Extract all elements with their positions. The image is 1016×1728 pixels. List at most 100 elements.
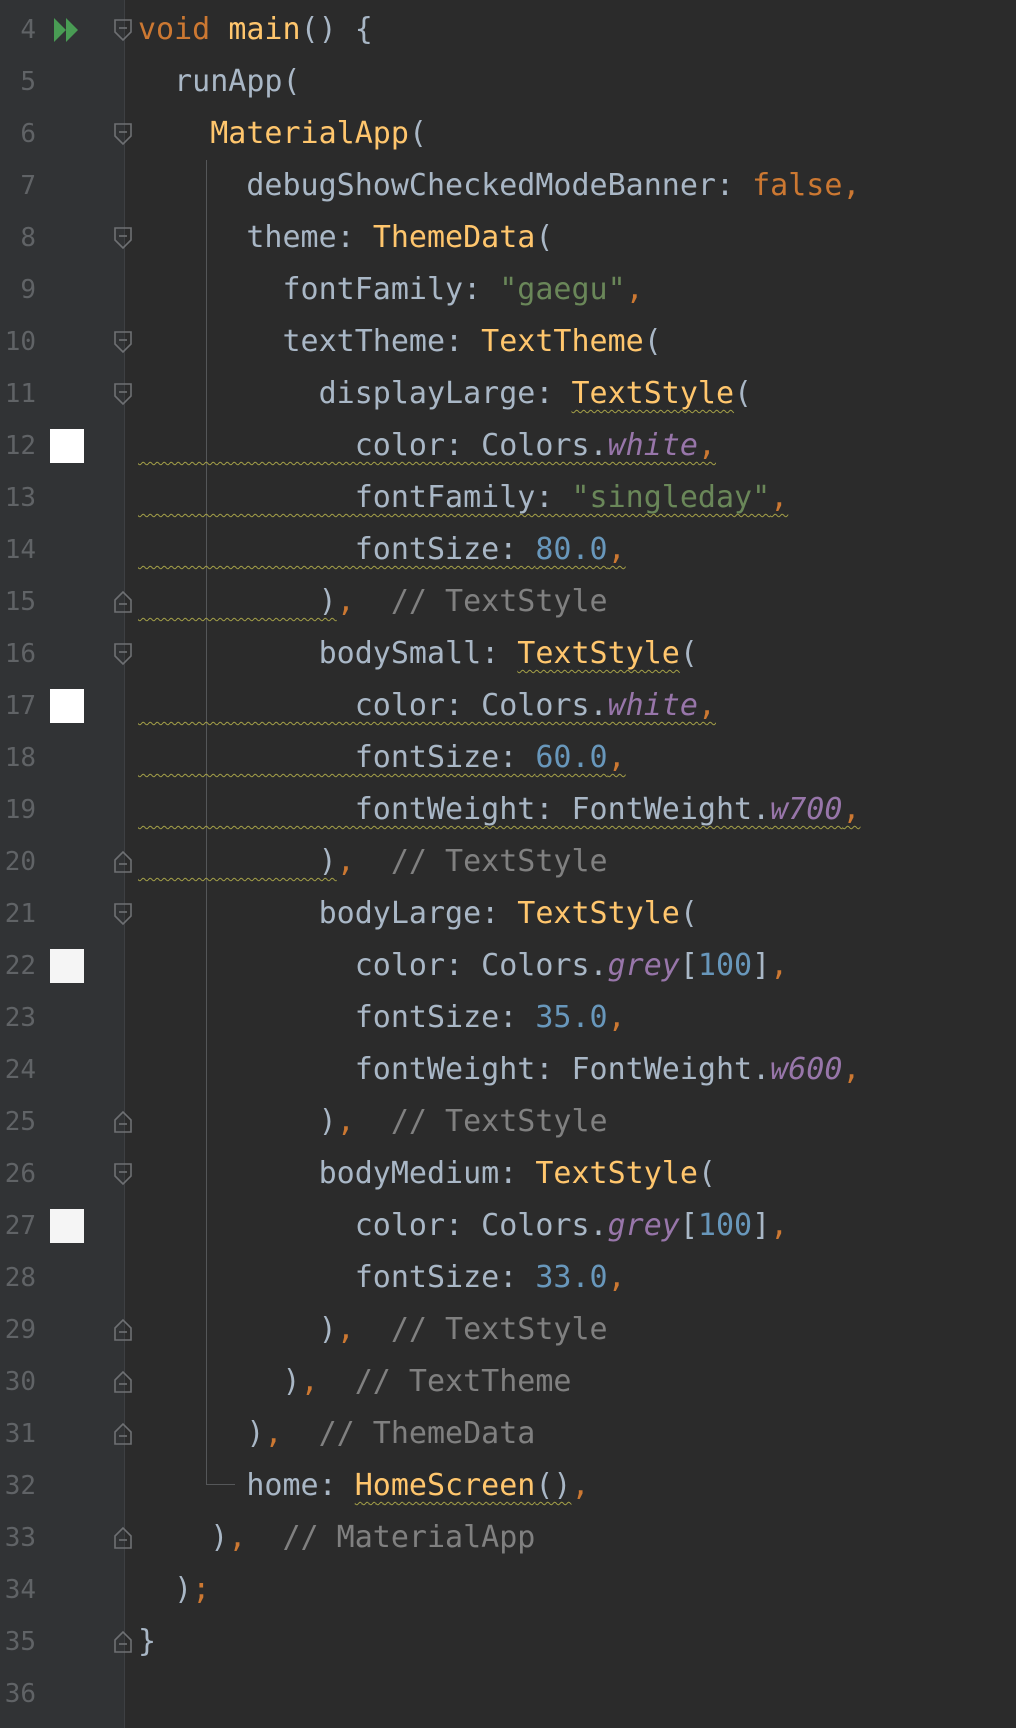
code-line[interactable]: 18 fontSize: 60.0, [0, 732, 1016, 784]
fold-marker-icon[interactable] [113, 122, 133, 146]
run-gutter-icon[interactable] [52, 16, 86, 44]
code-text: fontSize: 33.0, [138, 1260, 626, 1295]
code-text: ), // TextStyle [138, 1312, 608, 1347]
fold-end-icon[interactable] [113, 590, 133, 614]
code-line[interactable]: 19 fontWeight: FontWeight.w700, [0, 784, 1016, 836]
color-swatch-icon[interactable] [50, 689, 84, 723]
color-swatch-icon[interactable] [50, 1209, 84, 1243]
code-text: color: Colors.white, [138, 688, 716, 723]
code-line[interactable]: 8 theme: ThemeData( [0, 212, 1016, 264]
line-number: 33 [4, 1523, 36, 1553]
line-number: 18 [4, 743, 36, 773]
line-number: 14 [4, 535, 36, 565]
fold-end-icon[interactable] [113, 1526, 133, 1550]
line-number: 27 [4, 1211, 36, 1241]
code-line[interactable]: 24 fontWeight: FontWeight.w600, [0, 1044, 1016, 1096]
code-line[interactable]: 33 ), // MaterialApp [0, 1512, 1016, 1564]
code-line[interactable]: 27 color: Colors.grey[100], [0, 1200, 1016, 1252]
line-number: 30 [4, 1367, 36, 1397]
line-number: 34 [4, 1575, 36, 1605]
fold-marker-icon[interactable] [113, 226, 133, 250]
line-number: 15 [4, 587, 36, 617]
line-number: 13 [4, 483, 36, 513]
code-line[interactable]: 13 fontFamily: "singleday", [0, 472, 1016, 524]
color-swatch-icon[interactable] [50, 429, 84, 463]
code-line[interactable]: 14 fontSize: 80.0, [0, 524, 1016, 576]
code-line[interactable]: 16 bodySmall: TextStyle( [0, 628, 1016, 680]
fold-end-icon[interactable] [113, 850, 133, 874]
code-line[interactable]: 10 textTheme: TextTheme( [0, 316, 1016, 368]
code-line[interactable]: 22 color: Colors.grey[100], [0, 940, 1016, 992]
code-line[interactable]: 5 runApp( [0, 56, 1016, 108]
code-text: bodySmall: TextStyle( [138, 636, 698, 671]
code-line[interactable]: 28 fontSize: 33.0, [0, 1252, 1016, 1304]
fold-end-icon[interactable] [113, 1110, 133, 1134]
code-text: fontSize: 35.0, [138, 1000, 626, 1035]
line-number: 17 [4, 691, 36, 721]
fold-end-icon[interactable] [113, 1370, 133, 1394]
code-text: ), // ThemeData [138, 1416, 536, 1451]
code-text: debugShowCheckedModeBanner: false, [138, 168, 861, 203]
line-number: 11 [4, 379, 36, 409]
code-line[interactable]: 6 MaterialApp( [0, 108, 1016, 160]
fold-marker-icon[interactable] [113, 18, 133, 42]
line-number: 5 [20, 67, 36, 97]
fold-marker-icon[interactable] [113, 642, 133, 666]
code-text: color: Colors.white, [138, 428, 716, 463]
line-number: 36 [4, 1679, 36, 1709]
code-line[interactable]: 34 ); [0, 1564, 1016, 1616]
line-number: 4 [20, 15, 36, 45]
fold-marker-icon[interactable] [113, 382, 133, 406]
code-text: fontFamily: "gaegu", [138, 272, 644, 307]
code-text: fontSize: 80.0, [138, 532, 626, 567]
line-number: 16 [4, 639, 36, 669]
line-number: 31 [4, 1419, 36, 1449]
code-text: void main() { [138, 12, 373, 47]
color-swatch-icon[interactable] [50, 949, 84, 983]
code-text: theme: ThemeData( [138, 220, 554, 255]
code-line[interactable]: 17 color: Colors.white, [0, 680, 1016, 732]
line-number: 20 [4, 847, 36, 877]
code-line[interactable]: 35 } [0, 1616, 1016, 1668]
code-text: fontWeight: FontWeight.w700, [138, 792, 861, 827]
code-text: color: Colors.grey[100], [138, 1208, 789, 1243]
line-number: 21 [4, 899, 36, 929]
code-text: fontFamily: "singleday", [138, 480, 789, 515]
code-line[interactable]: 31 ), // ThemeData [0, 1408, 1016, 1460]
line-number: 9 [20, 275, 36, 305]
code-line[interactable]: 21 bodyLarge: TextStyle( [0, 888, 1016, 940]
code-line[interactable]: 26 bodyMedium: TextStyle( [0, 1148, 1016, 1200]
code-text: bodyLarge: TextStyle( [138, 896, 698, 931]
fold-end-icon[interactable] [113, 1422, 133, 1446]
line-number: 8 [20, 223, 36, 253]
fold-marker-icon[interactable] [113, 330, 133, 354]
code-text: fontSize: 60.0, [138, 740, 626, 775]
line-number: 26 [4, 1159, 36, 1189]
line-number: 22 [4, 951, 36, 981]
code-line[interactable]: 36 [0, 1668, 1016, 1720]
fold-end-icon[interactable] [113, 1318, 133, 1342]
code-text: ), // MaterialApp [138, 1520, 536, 1555]
code-line[interactable]: 20 ), // TextStyle [0, 836, 1016, 888]
line-number: 35 [4, 1627, 36, 1657]
code-line[interactable]: 15 ), // TextStyle [0, 576, 1016, 628]
fold-marker-icon[interactable] [113, 1162, 133, 1186]
line-number: 29 [4, 1315, 36, 1345]
code-line[interactable]: 25 ), // TextStyle [0, 1096, 1016, 1148]
code-text: home: HomeScreen(), [138, 1468, 590, 1503]
code-line[interactable]: 11 displayLarge: TextStyle( [0, 368, 1016, 420]
code-line[interactable]: 30 ), // TextTheme [0, 1356, 1016, 1408]
code-line[interactable]: 12 color: Colors.white, [0, 420, 1016, 472]
code-line[interactable]: 29 ), // TextStyle [0, 1304, 1016, 1356]
code-line[interactable]: 7 debugShowCheckedModeBanner: false, [0, 160, 1016, 212]
code-text: MaterialApp( [210, 116, 427, 151]
fold-marker-icon[interactable] [113, 902, 133, 926]
code-text: bodyMedium: TextStyle( [138, 1156, 716, 1191]
code-line[interactable]: 4 void main() { [0, 4, 1016, 56]
fold-end-icon[interactable] [113, 1630, 133, 1654]
code-line[interactable]: 23 fontSize: 35.0, [0, 992, 1016, 1044]
line-number: 6 [20, 119, 36, 149]
code-line[interactable]: 32 home: HomeScreen(), [0, 1460, 1016, 1512]
code-line[interactable]: 9 fontFamily: "gaegu", [0, 264, 1016, 316]
line-number: 24 [4, 1055, 36, 1085]
